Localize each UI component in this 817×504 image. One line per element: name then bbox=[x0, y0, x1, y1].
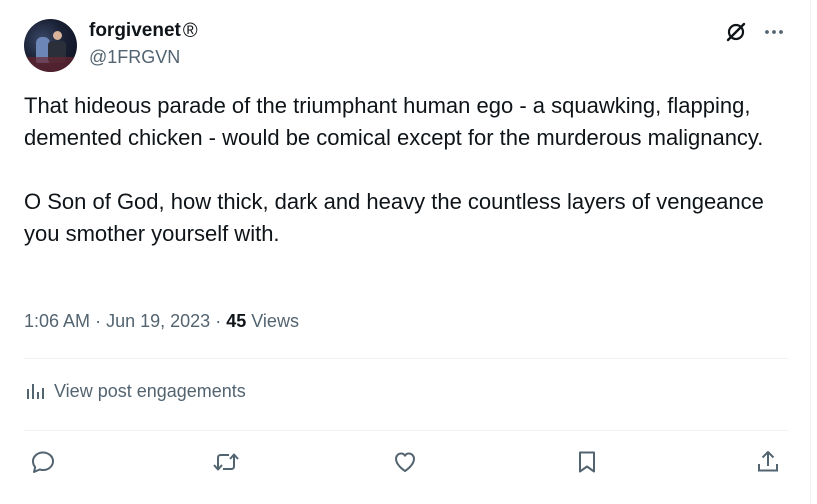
bookmark-icon[interactable] bbox=[570, 445, 604, 479]
grok-icon[interactable] bbox=[724, 20, 748, 44]
header-actions bbox=[724, 20, 786, 44]
heart-icon[interactable] bbox=[388, 445, 422, 479]
share-icon[interactable] bbox=[751, 445, 785, 479]
post-date[interactable]: Jun 19, 2023 bbox=[106, 311, 210, 331]
meta-separator: · bbox=[215, 311, 222, 331]
reply-icon[interactable] bbox=[26, 445, 60, 479]
display-name-row[interactable]: forgivenet ® bbox=[89, 18, 198, 44]
analytics-icon bbox=[24, 380, 46, 402]
views-label: Views bbox=[251, 311, 299, 331]
user-handle[interactable]: @1FRGVN bbox=[89, 45, 198, 69]
post-header: forgivenet ® @1FRGVN bbox=[24, 18, 794, 74]
views-count: 45 bbox=[226, 311, 247, 331]
author-names: forgivenet ® @1FRGVN bbox=[89, 18, 198, 69]
post-detail: forgivenet ® @1FRGVN That hideous parade… bbox=[0, 0, 811, 504]
display-name[interactable]: forgivenet bbox=[89, 18, 181, 44]
divider bbox=[24, 430, 788, 431]
more-icon[interactable] bbox=[762, 20, 786, 44]
divider bbox=[24, 358, 788, 359]
post-meta: 1:06 AM · Jun 19, 2023 · 45 Views bbox=[24, 311, 299, 332]
registered-mark: ® bbox=[182, 20, 198, 42]
engagements-label: View post engagements bbox=[54, 380, 246, 401]
retweet-icon[interactable] bbox=[209, 445, 243, 479]
post-text: That hideous parade of the triumphant hu… bbox=[24, 93, 764, 246]
post-time[interactable]: 1:06 AM bbox=[24, 311, 90, 331]
avatar[interactable] bbox=[24, 19, 77, 72]
meta-separator: · bbox=[95, 311, 102, 331]
view-engagements-link[interactable]: View post engagements bbox=[24, 380, 246, 402]
action-bar bbox=[24, 445, 792, 479]
